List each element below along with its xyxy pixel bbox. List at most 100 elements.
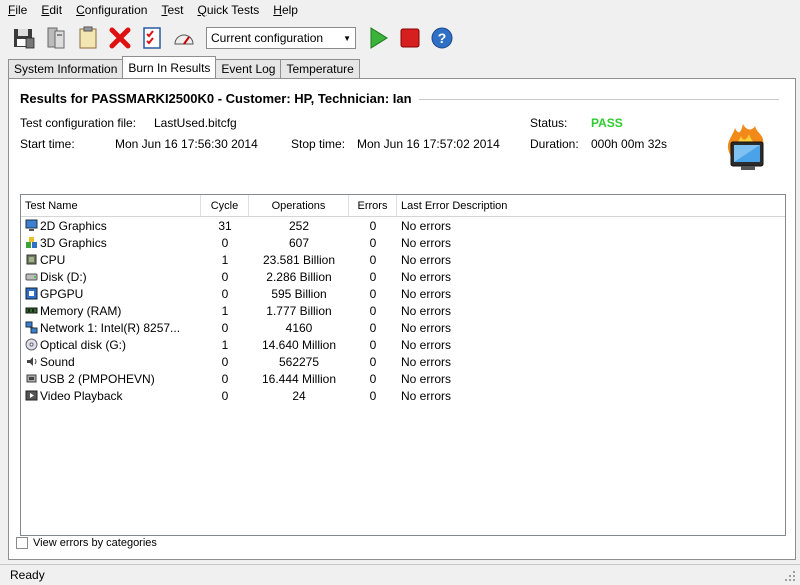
cell-cycle: 0 — [221, 235, 229, 250]
status-text: Ready — [10, 568, 45, 582]
cell-test-name: 2D Graphics — [21, 217, 201, 234]
cell-operations: 24 — [292, 388, 306, 403]
test-name-text: Network 1: Intel(R) 8257... — [40, 320, 181, 335]
tab-burn-in-results[interactable]: Burn In Results — [122, 56, 217, 78]
test-name-text: Video Playback — [40, 388, 123, 403]
video-icon — [25, 389, 38, 402]
table-row[interactable]: Disk (D:) 0 2.286 Billion 0 No errors — [21, 268, 785, 285]
cell-cycle: 0 — [221, 388, 229, 403]
optical-disc-icon — [25, 338, 38, 351]
cell-cycle: 0 — [221, 320, 229, 335]
table-row[interactable]: CPU 1 23.581 Billion 0 No errors — [21, 251, 785, 268]
start-button[interactable] — [364, 24, 392, 52]
cell-test-name: Optical disk (G:) — [21, 336, 201, 353]
cell-cycle: 1 — [221, 252, 229, 267]
cell-operations: 1.777 Billion — [266, 303, 332, 318]
column-header-test-name[interactable]: Test Name — [21, 195, 201, 216]
cell-operations: 252 — [288, 218, 310, 233]
toolbar: Current configuration ▼ ? — [0, 21, 800, 55]
stop-button[interactable] — [396, 24, 424, 52]
play-icon — [370, 27, 388, 49]
table-row[interactable]: Video Playback 0 24 0 No errors — [21, 387, 785, 404]
cell-test-name: Disk (D:) — [21, 268, 201, 285]
cell-test-name: USB 2 (PMPOHEVN) — [21, 370, 201, 387]
configuration-select[interactable]: Current configuration ▼ — [206, 27, 356, 49]
report-button[interactable] — [74, 24, 102, 52]
cell-errors: 0 — [369, 218, 377, 233]
configuration-select-value: Current configuration — [211, 31, 324, 45]
menu-file[interactable]: File — [8, 3, 27, 17]
table-row[interactable]: USB 2 (PMPOHEVN) 0 16.444 Million 0 No error… — [21, 370, 785, 387]
help-button[interactable]: ? — [428, 24, 456, 52]
table-body: 2D Graphics 31 252 0 No errors 3D Graphics 0 60… — [21, 217, 785, 404]
cell-last-error: No errors — [401, 337, 452, 352]
tab-system-information[interactable]: System Information — [8, 59, 124, 78]
test-name-text: Sound — [40, 354, 75, 369]
network-icon — [25, 321, 38, 334]
burnin-logo-icon — [727, 124, 764, 170]
test-name-text: USB 2 (PMPOHEVN) — [40, 371, 155, 386]
table-row[interactable]: Optical disk (G:) 1 14.640 Million 0 No erro… — [21, 336, 785, 353]
select-tests-button[interactable] — [138, 24, 166, 52]
column-header-cycle[interactable]: Cycle — [201, 195, 249, 216]
table-row[interactable]: Network 1: Intel(R) 8257... 0 4160 0 No erro… — [21, 319, 785, 336]
duration-label: Duration: — [530, 137, 579, 151]
cell-operations: 14.640 Million — [261, 337, 337, 352]
stop-delete-button[interactable] — [106, 24, 134, 52]
memory-icon — [25, 304, 38, 317]
gauge-icon — [174, 34, 194, 45]
menu-quick-tests[interactable]: Quick Tests — [197, 3, 259, 17]
menu-help[interactable]: Help — [273, 3, 298, 17]
save-results-button[interactable] — [10, 24, 38, 52]
menu-bar: File Edit Configuration Test Quick Tests… — [0, 0, 800, 20]
test-name-text: Disk (D:) — [40, 269, 87, 284]
cell-errors: 0 — [369, 371, 377, 386]
table-row[interactable]: 2D Graphics 31 252 0 No errors — [21, 217, 785, 234]
cell-last-error: No errors — [401, 286, 452, 301]
duty-cycle-button[interactable] — [170, 24, 198, 52]
stop-icon — [400, 28, 420, 48]
test-name-text: CPU — [40, 252, 66, 267]
stop-time-value: Mon Jun 16 17:57:02 2014 — [357, 137, 500, 151]
cell-last-error: No errors — [401, 371, 452, 386]
speaker-icon — [25, 355, 38, 368]
menu-test[interactable]: Test — [161, 3, 183, 17]
cell-last-error: No errors — [401, 354, 452, 369]
cell-errors: 0 — [369, 286, 377, 301]
monitor-icon — [25, 219, 38, 232]
menu-edit[interactable]: Edit — [41, 3, 62, 17]
cell-cycle: 0 — [221, 371, 229, 386]
tab-event-log[interactable]: Event Log — [215, 59, 282, 78]
pc-icon — [47, 27, 65, 49]
view-errors-label: View errors by categories — [33, 537, 157, 549]
start-time-label: Start time: — [20, 137, 75, 151]
checklist-icon — [143, 27, 161, 49]
cell-errors: 0 — [369, 269, 377, 284]
test-name-text: 2D Graphics — [40, 218, 107, 233]
divider — [419, 99, 779, 100]
table-row[interactable]: 3D Graphics 0 607 0 No errors — [21, 234, 785, 251]
test-name-text: Optical disk (G:) — [40, 337, 127, 352]
results-table[interactable]: Test Name Cycle Operations Errors Last E… — [20, 194, 786, 536]
table-row[interactable]: Sound 0 562275 0 No errors — [21, 353, 785, 370]
test-name-text: 3D Graphics — [40, 235, 107, 250]
view-errors-option[interactable]: View errors by categories — [16, 537, 157, 549]
resize-grip-icon[interactable] — [784, 570, 796, 582]
system-info-button[interactable] — [42, 24, 70, 52]
cell-errors: 0 — [369, 320, 377, 335]
column-header-operations[interactable]: Operations — [249, 195, 349, 216]
test-name-text: GPGPU — [40, 286, 84, 301]
usb-icon — [25, 372, 38, 385]
table-row[interactable]: Memory (RAM) 1 1.777 Billion 0 No errors — [21, 302, 785, 319]
cell-last-error: No errors — [401, 235, 452, 250]
cell-cycle: 0 — [221, 354, 229, 369]
column-header-errors[interactable]: Errors — [349, 195, 397, 216]
cell-operations: 562275 — [278, 354, 320, 369]
view-errors-checkbox[interactable] — [16, 537, 28, 549]
table-row[interactable]: GPGPU 0 595 Billion 0 No errors — [21, 285, 785, 302]
column-header-last-error[interactable]: Last Error Description — [397, 195, 785, 216]
menu-configuration[interactable]: Configuration — [76, 3, 147, 17]
tab-temperature[interactable]: Temperature — [280, 59, 360, 78]
disk-icon — [25, 270, 38, 283]
cell-test-name: 3D Graphics — [21, 234, 201, 251]
